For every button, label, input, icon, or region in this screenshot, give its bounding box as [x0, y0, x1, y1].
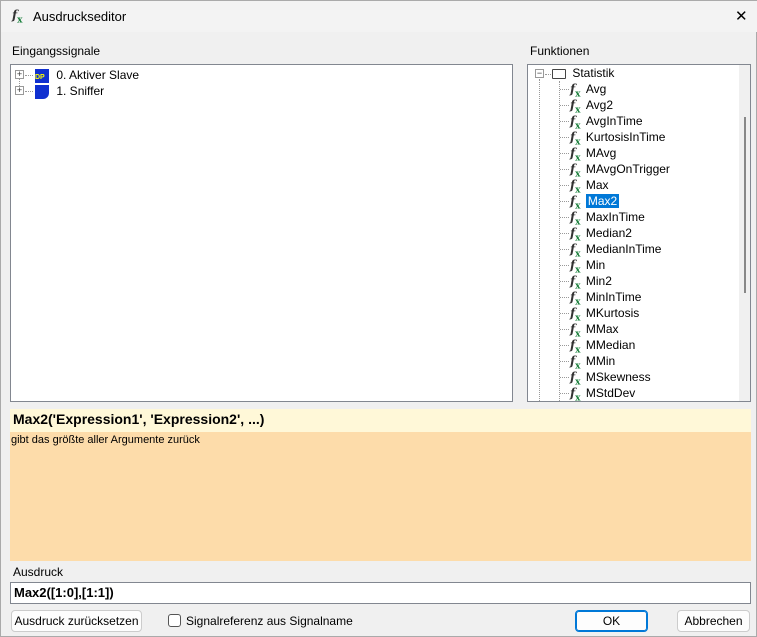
- function-item[interactable]: fx Min2: [570, 273, 612, 292]
- function-item[interactable]: fx MaxInTime: [570, 209, 645, 228]
- function-item[interactable]: fx Median2: [570, 225, 632, 244]
- fx-icon: fx: [570, 338, 581, 356]
- function-label: Max: [585, 178, 609, 192]
- function-label: MMin: [585, 354, 616, 368]
- function-label: Median2: [585, 226, 632, 240]
- fx-icon: fx: [570, 210, 581, 228]
- fx-icon: fx: [570, 354, 581, 372]
- fx-icon: fx: [570, 194, 581, 212]
- function-item[interactable]: fx MSkewness: [570, 369, 651, 388]
- function-description: gibt das größte aller Argumente zurück: [10, 432, 751, 561]
- fx-icon: fx: [570, 274, 581, 292]
- fx-icon: fx: [570, 290, 581, 308]
- window-title: Ausdruckseditor: [33, 9, 127, 24]
- tree-item-label: 0. Aktiver Slave: [56, 68, 140, 82]
- fx-icon: fx: [570, 386, 581, 402]
- function-label: Min: [585, 258, 606, 272]
- inputs-label: Eingangssignale: [12, 44, 101, 58]
- folder-icon: [552, 68, 566, 79]
- fx-icon: fx: [570, 82, 581, 100]
- function-item[interactable]: fx AvgInTime: [570, 113, 643, 132]
- function-label: MMax: [585, 322, 619, 336]
- tree-folder-statistik[interactable]: Statistik: [552, 65, 614, 81]
- collapse-icon[interactable]: −: [535, 69, 544, 78]
- function-label: MKurtosis: [585, 306, 640, 320]
- function-label: MedianInTime: [585, 242, 662, 256]
- function-label: KurtosisInTime: [585, 130, 666, 144]
- fx-icon: fx: [570, 130, 581, 148]
- expand-icon[interactable]: +: [15, 70, 24, 79]
- expression-input[interactable]: Max2([1:0],[1:1]): [10, 582, 751, 604]
- signal-reference-label[interactable]: Signalreferenz aus Signalname: [186, 614, 353, 628]
- reset-expression-button[interactable]: Ausdruck zurücksetzen: [11, 610, 142, 632]
- function-label: Avg2: [585, 98, 614, 112]
- function-item[interactable]: fx MedianInTime: [570, 241, 662, 260]
- function-item[interactable]: fx Avg: [570, 81, 607, 100]
- function-item[interactable]: fx MAvgOnTrigger: [570, 161, 670, 180]
- function-label: MAvgOnTrigger: [585, 162, 670, 176]
- function-label: MAvg: [585, 146, 617, 160]
- fx-icon: fx: [570, 226, 581, 244]
- functions-label: Funktionen: [530, 44, 590, 58]
- function-item[interactable]: fx KurtosisInTime: [570, 129, 666, 148]
- function-label: AvgInTime: [585, 114, 643, 128]
- fx-icon: fx: [12, 8, 23, 26]
- fx-icon: fx: [570, 98, 581, 116]
- signal-reference-checkbox[interactable]: [168, 614, 181, 627]
- close-button[interactable]: ✕: [735, 7, 748, 25]
- fx-icon: fx: [570, 114, 581, 132]
- tree-item-label: 1. Sniffer: [56, 84, 105, 98]
- function-item[interactable]: fx MStdDev: [570, 385, 635, 401]
- function-label: MStdDev: [585, 386, 636, 400]
- function-label: Min2: [585, 274, 612, 288]
- input-signals-tree[interactable]: + DP 0. Aktiver Slave + 1. Sniffer: [10, 64, 513, 402]
- dp-slave-icon: DP: [35, 68, 49, 83]
- function-label: MaxInTime: [585, 210, 645, 224]
- fx-icon: fx: [570, 162, 581, 180]
- folder-label: Statistik: [572, 66, 615, 80]
- scrollbar[interactable]: [739, 65, 750, 401]
- function-label: MinInTime: [585, 290, 642, 304]
- function-signature: Max2('Expression1', 'Expression2', ...): [10, 409, 751, 432]
- fx-icon: fx: [570, 146, 581, 164]
- function-item[interactable]: fx MinInTime: [570, 289, 642, 308]
- function-item[interactable]: fx MAvg: [570, 145, 617, 164]
- function-item[interactable]: fx MMedian: [570, 337, 636, 356]
- fx-icon: fx: [570, 322, 581, 340]
- function-item[interactable]: fx Max: [570, 177, 609, 196]
- fx-icon: fx: [570, 258, 581, 276]
- function-label: Max2: [585, 194, 620, 208]
- function-label: MMedian: [585, 338, 636, 352]
- fx-icon: fx: [570, 178, 581, 196]
- function-item[interactable]: fx Max2: [570, 193, 620, 212]
- function-item[interactable]: fx Min: [570, 257, 606, 276]
- sniffer-icon: [35, 84, 49, 99]
- fx-icon: fx: [570, 370, 581, 388]
- tree-item-sniffer[interactable]: 1. Sniffer: [35, 83, 104, 99]
- expression-label: Ausdruck: [13, 565, 64, 579]
- function-item[interactable]: fx MMin: [570, 353, 616, 372]
- function-item[interactable]: fx MKurtosis: [570, 305, 640, 324]
- fx-icon: fx: [570, 306, 581, 324]
- tree-item-slave[interactable]: DP 0. Aktiver Slave: [35, 67, 139, 83]
- ok-button[interactable]: OK: [575, 610, 648, 632]
- function-label: Avg: [585, 82, 607, 96]
- expand-icon[interactable]: +: [15, 86, 24, 95]
- functions-tree[interactable]: − Statistik fx Avg fx Avg2 fx AvgInTime fx …: [527, 64, 751, 402]
- function-item[interactable]: fx Avg2: [570, 97, 614, 116]
- cancel-button[interactable]: Abbrechen: [677, 610, 750, 632]
- fx-icon: fx: [570, 242, 581, 260]
- function-item[interactable]: fx MMax: [570, 321, 619, 340]
- scrollbar-thumb[interactable]: [744, 117, 746, 293]
- title-bar: fx Ausdruckseditor ✕: [1, 1, 757, 32]
- function-label: MSkewness: [585, 370, 651, 384]
